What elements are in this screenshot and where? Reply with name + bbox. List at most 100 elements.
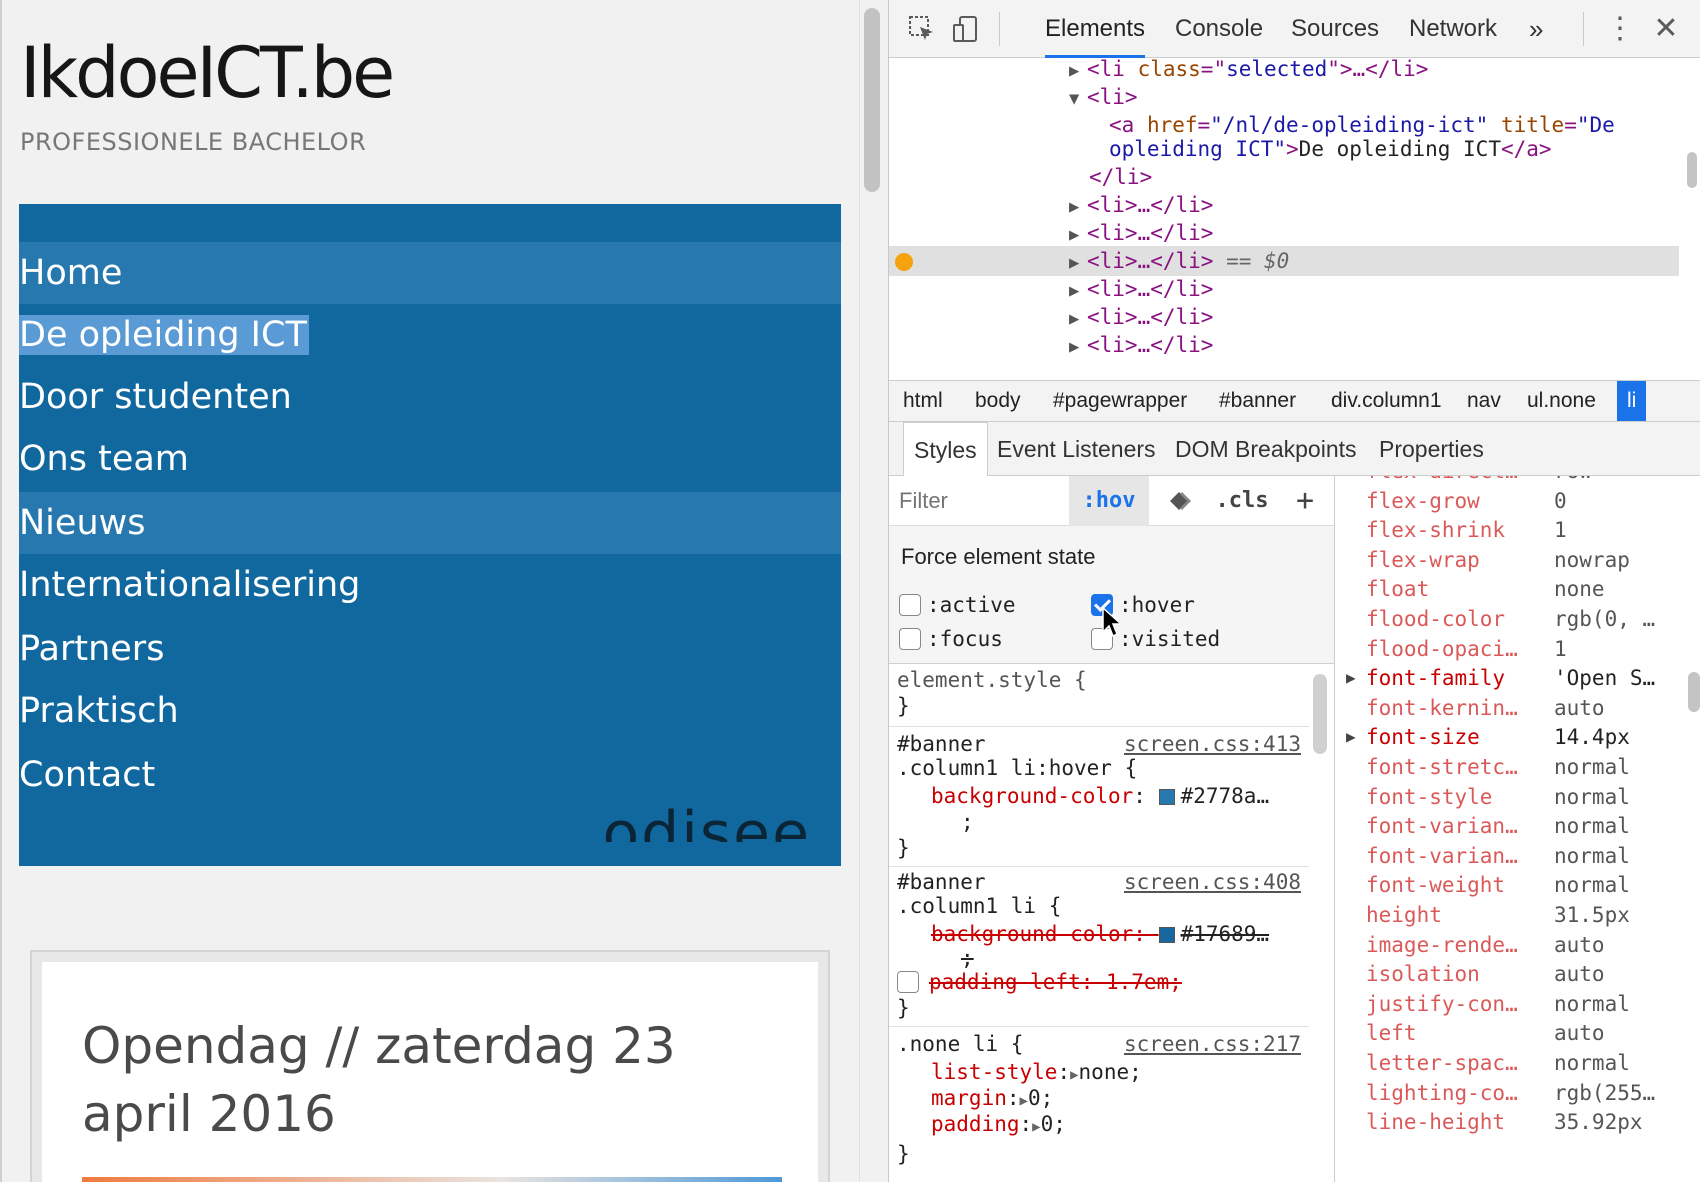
state-focus-checkbox[interactable]: :focus (899, 624, 1003, 654)
element-style-selector[interactable]: element.style { (897, 666, 1087, 694)
tab-sources[interactable]: Sources (1291, 0, 1379, 58)
hov-toggle-button[interactable]: :hov (1069, 476, 1149, 526)
dom-node-li[interactable]: ▶ <li>…</li> (889, 330, 1679, 360)
dom-tree-scrollbar[interactable] (1687, 152, 1697, 188)
kebab-menu-icon[interactable]: ⋮ (1605, 14, 1635, 44)
computed-scrollbar[interactable] (1688, 672, 1700, 712)
expand-arrow-icon[interactable]: ▶ (1070, 1067, 1078, 1083)
device-toolbar-icon[interactable] (951, 14, 981, 44)
computed-property-row[interactable]: left auto (1336, 1018, 1686, 1048)
element-classes-icon[interactable] (1161, 476, 1201, 526)
dom-node-li[interactable]: ▶ <li>…</li> (889, 218, 1679, 248)
tab-event-listeners[interactable]: Event Listeners (997, 422, 1156, 476)
rule-declaration[interactable]: background-color: #2778a… (931, 782, 1269, 810)
breadcrumb-banner[interactable]: #banner (1219, 381, 1296, 421)
rule-source-link[interactable]: screen.css:217 (1124, 1030, 1301, 1058)
checkbox-icon[interactable] (899, 594, 921, 616)
computed-property-row[interactable]: lighting-co… rgb(255… (1336, 1078, 1686, 1108)
tab-styles[interactable]: Styles (903, 422, 988, 476)
dom-node-li-current[interactable]: ▶ <li>…</li> == $0 (889, 246, 1679, 276)
computed-property-row[interactable]: image-rende… auto (1336, 930, 1686, 960)
nav-item-praktisch[interactable]: Praktisch (19, 680, 841, 742)
computed-property-row[interactable]: justify-con… normal (1336, 989, 1686, 1019)
expand-arrow-icon[interactable]: ▶ (1069, 332, 1087, 362)
computed-property-row[interactable]: line-height 35.92px (1336, 1107, 1686, 1137)
computed-property-row[interactable]: flex-shrink 1 (1336, 515, 1686, 545)
tab-dom-breakpoints[interactable]: DOM Breakpoints (1175, 422, 1357, 476)
nav-item-de-opleiding-ict[interactable]: De opleiding ICT (19, 304, 841, 366)
computed-property-row[interactable]: float none (1336, 574, 1686, 604)
rule-selector[interactable]: .column1 li { (897, 892, 1061, 920)
expand-arrow-icon[interactable]: ▶ (1346, 663, 1356, 693)
breadcrumb-body[interactable]: body (975, 381, 1021, 421)
computed-property-row[interactable]: font-kernin… auto (1336, 693, 1686, 723)
rule-source-link[interactable]: screen.css:413 (1124, 730, 1301, 758)
tab-console[interactable]: Console (1175, 0, 1263, 58)
nav-item-door-studenten[interactable]: Door studenten (19, 366, 841, 428)
computed-property-row[interactable]: font-style normal (1336, 782, 1686, 812)
breadcrumb-li[interactable]: li (1617, 381, 1647, 421)
add-rule-button[interactable]: + (1287, 476, 1323, 526)
nav-item-internationalisering[interactable]: Internationalisering (19, 554, 841, 616)
page-scrollbar-thumb[interactable] (864, 8, 880, 192)
nav-item-home[interactable]: Home (19, 242, 841, 304)
computed-property-row[interactable]: flood-color rgb(0, … (1336, 604, 1686, 634)
cls-toggle-button[interactable]: .cls (1207, 476, 1277, 526)
color-swatch[interactable] (1158, 927, 1175, 943)
breadcrumb-div-column1[interactable]: div.column1 (1331, 381, 1442, 421)
computed-property-row[interactable]: font-weight normal (1336, 870, 1686, 900)
expand-arrow-icon[interactable]: ▶ (1346, 722, 1356, 752)
rule-selector[interactable]: .none li { (897, 1030, 1023, 1058)
dom-node-li[interactable]: ▶ <li>…</li> (889, 274, 1679, 304)
expand-arrow-icon[interactable]: ▶ (1020, 1093, 1028, 1109)
breadcrumb-ul-none[interactable]: ul.none (1527, 381, 1596, 421)
more-tabs-icon[interactable]: » (1529, 0, 1543, 58)
checkbox-icon[interactable] (899, 628, 921, 650)
computed-property-row[interactable]: flex-direct… row (1336, 476, 1686, 486)
computed-property-row[interactable]: flood-opaci… 1 (1336, 634, 1686, 664)
dom-node-li-selected[interactable]: ▶ <li class="selected">…</li> (889, 54, 1679, 84)
computed-property-row[interactable]: font-stretc… normal (1336, 752, 1686, 782)
dom-node-a-cont[interactable]: opleiding ICT">De opleiding ICT</a> (889, 134, 1679, 164)
inspect-element-icon[interactable] (907, 14, 937, 44)
computed-property-row[interactable]: letter-spac… normal (1336, 1048, 1686, 1078)
nav-item-nieuws[interactable]: Nieuws (19, 492, 841, 554)
computed-property-row[interactable]: ▶ font-size 14.4px (1336, 722, 1686, 752)
expand-arrow-icon[interactable]: ▶ (1032, 1119, 1040, 1135)
tab-elements[interactable]: Elements (1045, 0, 1146, 58)
rule-declaration-overridden[interactable]: background-color: #17689… (931, 920, 1269, 948)
computed-property-row[interactable]: height 31.5px (1336, 900, 1686, 930)
dom-node-li-close[interactable]: </li> (889, 162, 1679, 192)
tab-properties[interactable]: Properties (1379, 422, 1484, 476)
styles-filter-input[interactable] (899, 486, 1059, 516)
site-title[interactable]: IkdoeICT.be (20, 38, 395, 108)
computed-property-row[interactable]: flex-wrap nowrap (1336, 545, 1686, 575)
rule-declaration[interactable]: padding:▶0; (931, 1110, 1066, 1138)
rule-source-link[interactable]: screen.css:408 (1124, 868, 1301, 896)
computed-property-row[interactable]: font-varian… normal (1336, 811, 1686, 841)
breadcrumb-pagewrapper[interactable]: #pagewrapper (1053, 381, 1187, 421)
close-icon[interactable]: ✕ (1651, 14, 1681, 44)
breadcrumb-html[interactable]: html (903, 381, 943, 421)
nav-item-partners[interactable]: Partners (19, 618, 841, 680)
computed-property-row[interactable]: font-varian… normal (1336, 841, 1686, 871)
breadcrumb-nav[interactable]: nav (1467, 381, 1501, 421)
nav-item-ons-team[interactable]: Ons team (19, 428, 841, 490)
computed-property-row[interactable]: ▶ font-family 'Open S… (1336, 663, 1686, 693)
rule-selector[interactable]: .column1 li:hover { (897, 754, 1137, 782)
tab-network[interactable]: Network (1409, 0, 1497, 58)
rule-declaration[interactable]: list-style:▶none; (931, 1058, 1142, 1086)
computed-property-row[interactable]: isolation auto (1336, 959, 1686, 989)
dom-node-li[interactable]: ▶ <li>…</li> (889, 302, 1679, 332)
rule-declaration[interactable]: margin:▶0; (931, 1084, 1053, 1112)
nav-item-contact[interactable]: Contact (19, 744, 841, 806)
dom-node-li[interactable]: ▶ <li>…</li> (889, 190, 1679, 220)
dom-node-li-open[interactable]: ▼ <li> (889, 82, 1679, 112)
checkbox-icon[interactable] (897, 971, 919, 993)
color-swatch[interactable] (1158, 789, 1175, 805)
styles-scrollbar[interactable] (1313, 674, 1327, 754)
computed-property-row[interactable]: flex-grow 0 (1336, 486, 1686, 516)
rule-declaration-disabled[interactable]: padding-left: 1.7em; (897, 968, 1182, 996)
news-title[interactable]: Opendag // zaterdag 23 april 2016 (82, 1012, 782, 1148)
state-active-checkbox[interactable]: :active (899, 590, 1016, 620)
